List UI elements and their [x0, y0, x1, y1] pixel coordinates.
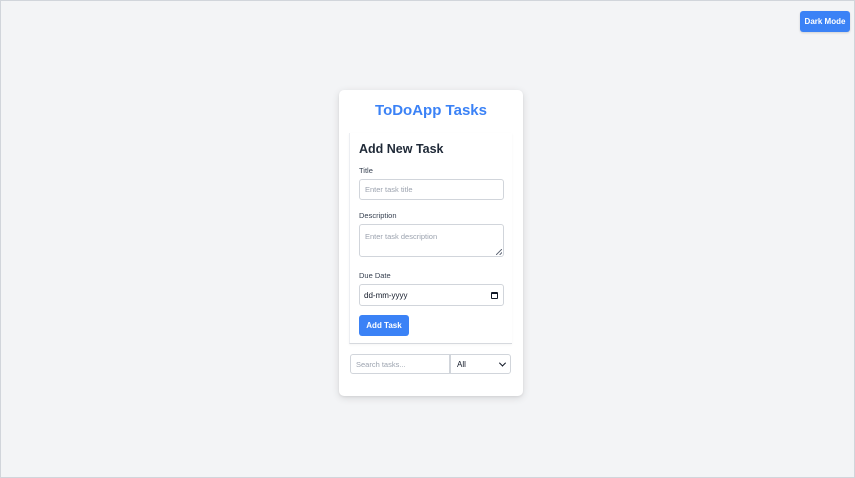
- search-input[interactable]: Search tasks...: [350, 354, 450, 374]
- dark-mode-button[interactable]: Dark Mode: [800, 11, 850, 32]
- resize-handle-icon[interactable]: [496, 249, 502, 255]
- add-task-button[interactable]: Add Task: [359, 315, 409, 336]
- chevron-down-icon: [498, 359, 507, 367]
- status-filter-select[interactable]: All: [450, 354, 511, 374]
- app-title: ToDoApp Tasks: [375, 102, 487, 119]
- title-input[interactable]: Enter task title: [359, 179, 504, 200]
- status-filter-value: All: [457, 359, 466, 369]
- todo-card: ToDoApp Tasks Add New Task Title Enter t…: [339, 90, 523, 396]
- add-task-form: Add New Task Title Enter task title Desc…: [349, 133, 512, 344]
- due-date-label: Due Date: [359, 271, 391, 280]
- search-placeholder: Search tasks...: [356, 359, 406, 369]
- description-textarea[interactable]: Enter task description: [359, 224, 504, 257]
- app-viewport: Dark Mode ToDoApp Tasks Add New Task Tit…: [0, 0, 855, 478]
- due-date-value: dd-mm-yyyy: [364, 290, 408, 300]
- title-placeholder: Enter task title: [365, 185, 413, 194]
- due-date-input[interactable]: dd-mm-yyyy: [359, 284, 504, 306]
- calendar-icon[interactable]: [491, 291, 498, 299]
- title-label: Title: [359, 166, 373, 175]
- description-label: Description: [359, 211, 397, 220]
- description-placeholder: Enter task description: [365, 232, 438, 241]
- form-heading: Add New Task: [359, 142, 444, 156]
